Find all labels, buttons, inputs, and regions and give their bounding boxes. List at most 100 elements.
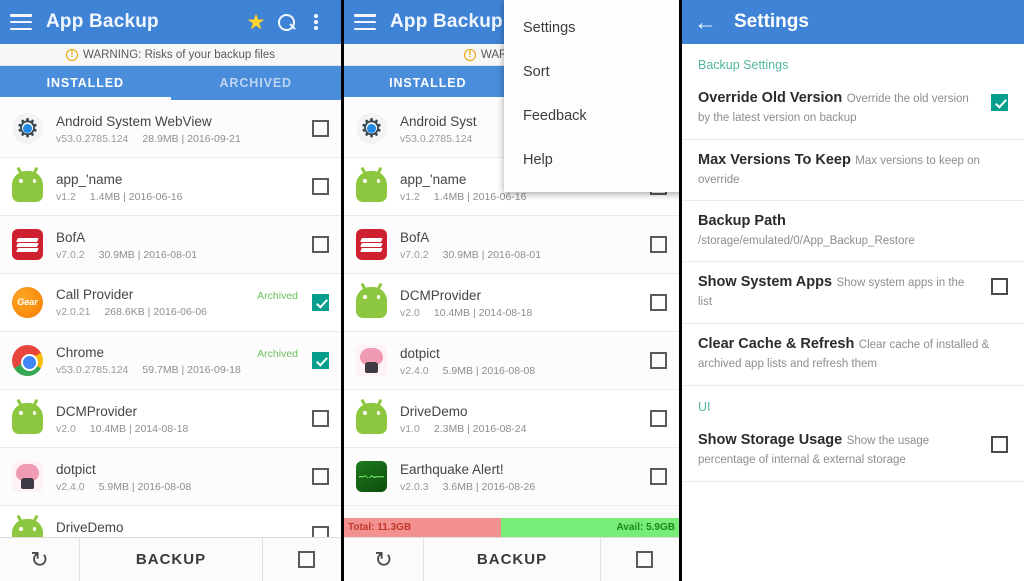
select-all-box[interactable] (297, 551, 315, 568)
app-sub: v2.4.0 5.9MB | 2016-08-08 (400, 365, 642, 377)
setting-text: Show System Apps Show system apps in the… (698, 273, 991, 311)
page-title: Settings (734, 11, 809, 32)
app-size-date: 2.3MB | 2016-08-24 (433, 422, 527, 435)
app-meta: dotpict v2.4.0 5.9MB | 2016-08-08 (56, 461, 304, 493)
setting-title: Max Versions To Keep (698, 151, 851, 168)
menu-item-settings[interactable]: Settings (504, 6, 679, 50)
app-sub: v2.0.21 268.6KB | 2016-06-06 (56, 306, 304, 318)
setting-title: Show Storage Usage (698, 431, 843, 448)
table-row[interactable]: Earthquake Alert! v2.0.3 3.6MB | 2016-08… (344, 448, 679, 506)
table-row[interactable]: DriveDemo v1.0 2.3MB | 2016-08-24 (344, 390, 679, 448)
setting-checkbox[interactable] (991, 94, 1008, 111)
android-green-icon (356, 171, 387, 202)
bofa-icon (356, 229, 387, 260)
table-row[interactable]: Android System WebView v53.0.2785.124 28… (0, 100, 341, 158)
search-icon[interactable] (271, 7, 301, 37)
setting-max-versions-to-keep[interactable]: Max Versions To Keep Max versions to kee… (682, 140, 1024, 202)
table-row[interactable]: app_'name v1.2 1.4MB | 2016-06-16 (0, 158, 341, 216)
app-name: DCMProvider (400, 287, 482, 303)
setting-subtitle: /storage/emulated/0/App_Backup_Restore (698, 234, 915, 247)
table-row[interactable]: Gear Call Provider Archived v2.0.21 268.… (0, 274, 341, 332)
overflow-menu-icon[interactable] (301, 7, 331, 37)
gear-orange-icon: Gear (12, 287, 43, 318)
tab-installed[interactable]: INSTALLED (344, 66, 512, 100)
setting-title: Show System Apps (698, 274, 833, 291)
app-size-date: 59.7MB | 2016-09-18 (142, 363, 241, 376)
setting-checkbox[interactable] (991, 278, 1008, 296)
app-name: app_'name (400, 171, 467, 187)
app-version: v2.0.3 (400, 480, 429, 493)
setting-override-old-version[interactable]: Override Old Version Override the old ve… (682, 78, 1024, 140)
settings-list[interactable]: Backup Settings Override Old Version Ove… (682, 44, 1024, 581)
app-size-date: 10.4MB | 2014-08-18 (89, 422, 189, 435)
hamburger-icon[interactable] (354, 14, 376, 30)
row-checkbox[interactable] (312, 526, 329, 537)
row-checkbox[interactable] (312, 178, 329, 195)
app-name: Chrome (56, 345, 105, 361)
menu-item-sort[interactable]: Sort (504, 50, 679, 94)
app-sub: v7.0.2 30.9MB | 2016-08-01 (400, 249, 642, 261)
table-row[interactable]: DCMProvider v2.0 10.4MB | 2014-08-18 (344, 274, 679, 332)
select-all-checkbox[interactable] (263, 538, 341, 581)
row-checkbox[interactable] (650, 294, 667, 311)
back-arrow-icon[interactable]: ← (694, 10, 717, 34)
row-checkbox[interactable] (312, 294, 329, 311)
app-size-date: 30.9MB | 2016-08-01 (442, 248, 542, 261)
table-row[interactable]: Chrome Archived v53.0.2785.124 59.7MB | … (0, 332, 341, 390)
table-row[interactable]: dotpict v2.4.0 5.9MB | 2016-08-08 (344, 332, 679, 390)
refresh-icon[interactable]: ↻ (344, 538, 424, 581)
app-meta: dotpict v2.4.0 5.9MB | 2016-08-08 (400, 345, 642, 377)
app-sub: v7.0.2 30.9MB | 2016-08-01 (56, 249, 304, 261)
tab-installed[interactable]: INSTALLED (0, 66, 171, 100)
setting-checkbox[interactable] (991, 435, 1008, 453)
table-row[interactable]: BofA v7.0.2 30.9MB | 2016-08-01 (0, 216, 341, 274)
select-all-box[interactable] (635, 551, 653, 568)
setting-show-storage-usage[interactable]: Show Storage Usage Show the usage percen… (682, 420, 1024, 482)
setting-text: Backup Path /storage/emulated/0/App_Back… (698, 212, 1008, 249)
row-checkbox[interactable] (312, 236, 329, 253)
row-checkbox[interactable] (312, 120, 329, 137)
android-green-icon (12, 519, 43, 537)
app-version: v2.0.21 (56, 305, 91, 318)
hamburger-icon[interactable] (10, 14, 32, 30)
overflow-menu[interactable]: Settings Sort Feedback Help (504, 0, 679, 192)
menu-item-help[interactable]: Help (504, 138, 679, 182)
refresh-icon[interactable]: ↻ (0, 538, 80, 581)
app-version: v53.0.2785.124 (56, 363, 129, 376)
app-version: v7.0.2 (56, 248, 85, 261)
tab-archived[interactable]: ARCHIVED (171, 66, 342, 100)
setting-text: Clear Cache & Refresh Clear cache of ins… (698, 335, 1008, 373)
app-version: v53.0.2785.124 (400, 132, 473, 145)
app-meta: Chrome Archived v53.0.2785.124 59.7MB | … (56, 345, 304, 376)
row-checkbox[interactable] (650, 236, 667, 253)
section-header-backup: Backup Settings (698, 58, 789, 72)
row-checkbox[interactable] (650, 410, 667, 427)
app-name: BofA (400, 229, 430, 245)
table-row[interactable]: DriveDemo v1.0 2.3MB | 2016-08-24 (0, 506, 341, 537)
menu-item-feedback[interactable]: Feedback (504, 94, 679, 138)
setting-show-system-apps[interactable]: Show System Apps Show system apps in the… (682, 262, 1024, 325)
setting-backup-path[interactable]: Backup Path /storage/emulated/0/App_Back… (682, 201, 1024, 263)
row-checkbox[interactable] (312, 468, 329, 485)
app-title: App Backup (46, 11, 159, 32)
bottom-action-bar: ↻ BACKUP (0, 537, 341, 581)
backup-button[interactable]: BACKUP (80, 538, 263, 581)
app-bar: App Backup ★ (0, 0, 341, 44)
setting-text: Show Storage Usage Show the usage percen… (698, 431, 991, 469)
row-checkbox[interactable] (650, 352, 667, 369)
row-checkbox[interactable] (312, 410, 329, 427)
table-row[interactable]: BofA v7.0.2 30.9MB | 2016-08-01 (344, 216, 679, 274)
setting-clear-cache-refresh[interactable]: Clear Cache & Refresh Clear cache of ins… (682, 324, 1024, 386)
installed-app-list[interactable]: Android System WebView v53.0.2785.124 28… (0, 100, 341, 537)
setting-title: Backup Path (698, 213, 786, 230)
select-all-checkbox[interactable] (601, 538, 679, 581)
panel-settings: ← Settings Backup Settings Override Old … (682, 0, 1024, 581)
row-checkbox[interactable] (312, 352, 329, 369)
app-size-date: 28.9MB | 2016-09-21 (142, 132, 241, 145)
row-checkbox[interactable] (650, 468, 667, 485)
app-version: v1.2 (400, 190, 420, 203)
table-row[interactable]: dotpict v2.4.0 5.9MB | 2016-08-08 (0, 448, 341, 506)
table-row[interactable]: DCMProvider v2.0 10.4MB | 2014-08-18 (0, 390, 341, 448)
star-icon[interactable]: ★ (241, 7, 271, 37)
backup-button[interactable]: BACKUP (424, 538, 601, 581)
